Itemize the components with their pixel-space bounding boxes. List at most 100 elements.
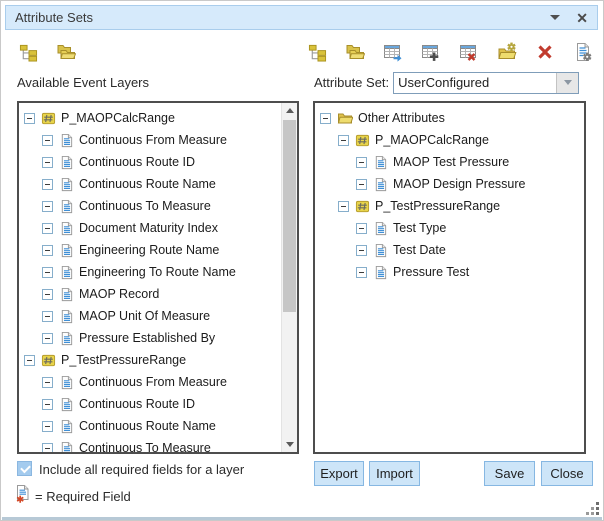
collapse-box-icon[interactable] bbox=[42, 179, 53, 190]
tree-item[interactable]: Test Type bbox=[315, 217, 584, 239]
field-icon bbox=[373, 155, 388, 170]
layer-icon bbox=[355, 133, 370, 148]
attribute-set-panel: Other Attributes P_MAOPCalcRange MAOP Test… bbox=[313, 101, 586, 454]
dialog-title: Attribute Sets bbox=[15, 10, 550, 25]
collapse-box-icon[interactable] bbox=[42, 333, 53, 344]
import-button[interactable]: Import bbox=[369, 461, 420, 486]
table-remove-icon[interactable] bbox=[458, 41, 480, 63]
collapse-box-icon[interactable] bbox=[42, 399, 53, 410]
field-icon bbox=[59, 177, 74, 192]
attribute-sets-dialog: Attribute Sets ✕ Available Event Layers … bbox=[0, 0, 604, 521]
title-bar: Attribute Sets ✕ bbox=[5, 5, 598, 30]
chevron-down-icon bbox=[564, 80, 572, 85]
tree-item[interactable]: P_MAOPCalcRange bbox=[315, 129, 584, 151]
tree-item[interactable]: P_TestPressureRange bbox=[19, 349, 282, 371]
resize-grip[interactable] bbox=[586, 502, 599, 515]
collapse-box-icon[interactable] bbox=[42, 223, 53, 234]
scroll-up-icon[interactable] bbox=[282, 103, 297, 118]
collapse-box-icon[interactable] bbox=[42, 267, 53, 278]
new-folder-icon[interactable] bbox=[496, 41, 518, 63]
tree-item-label: Continuous Route ID bbox=[79, 155, 195, 169]
event-layer-tree-icon[interactable] bbox=[17, 41, 39, 63]
tree-item[interactable]: P_MAOPCalcRange bbox=[19, 107, 282, 129]
attribute-set-tree: Other Attributes P_MAOPCalcRange MAOP Test… bbox=[315, 103, 584, 452]
collapse-box-icon[interactable] bbox=[42, 245, 53, 256]
tree-item-label: Engineering Route Name bbox=[79, 243, 219, 257]
field-icon bbox=[59, 221, 74, 236]
dropdown-button[interactable] bbox=[556, 73, 578, 93]
collapse-box-icon[interactable] bbox=[356, 179, 367, 190]
tree-item[interactable]: MAOP Record bbox=[19, 283, 282, 305]
tree-item[interactable]: Engineering To Route Name bbox=[19, 261, 282, 283]
field-icon bbox=[59, 419, 74, 434]
collapse-box-icon[interactable] bbox=[356, 157, 367, 168]
tree-item[interactable]: Continuous Route ID bbox=[19, 151, 282, 173]
collapse-box-icon[interactable] bbox=[356, 245, 367, 256]
tree-item[interactable]: MAOP Test Pressure bbox=[315, 151, 584, 173]
tree-item[interactable]: Continuous To Measure bbox=[19, 195, 282, 217]
folder-icon bbox=[337, 111, 353, 126]
tree-item-label: Document Maturity Index bbox=[79, 221, 218, 235]
checkmark-icon bbox=[20, 463, 31, 474]
available-event-layers-label: Available Event Layers bbox=[17, 75, 149, 90]
vertical-scrollbar[interactable] bbox=[281, 103, 297, 452]
collapse-box-icon[interactable] bbox=[42, 421, 53, 432]
tree-item[interactable]: Engineering Route Name bbox=[19, 239, 282, 261]
collapse-box-icon[interactable] bbox=[42, 201, 53, 212]
collapse-box-icon[interactable] bbox=[42, 157, 53, 168]
tree-item-label: Continuous Route Name bbox=[79, 419, 216, 433]
scroll-down-icon[interactable] bbox=[282, 437, 297, 452]
collapse-box-icon[interactable] bbox=[42, 443, 53, 453]
available-layers-tree: P_MAOPCalcRangeContinuous From MeasureCo… bbox=[19, 103, 282, 452]
tree-item[interactable]: Pressure Test bbox=[315, 261, 584, 283]
tree-item[interactable]: Continuous Route ID bbox=[19, 393, 282, 415]
event-layer-folders-icon[interactable] bbox=[55, 41, 77, 63]
tree-item[interactable]: MAOP Design Pressure bbox=[315, 173, 584, 195]
tree-item[interactable]: Continuous Route Name bbox=[19, 415, 282, 437]
collapse-box-icon[interactable] bbox=[356, 267, 367, 278]
collapse-box-icon[interactable] bbox=[320, 113, 331, 124]
tree-item[interactable]: Document Maturity Index bbox=[19, 217, 282, 239]
export-button[interactable]: Export bbox=[314, 461, 364, 486]
close-button[interactable]: Close bbox=[541, 461, 593, 486]
collapse-box-icon[interactable] bbox=[42, 289, 53, 300]
collapse-box-icon[interactable] bbox=[42, 377, 53, 388]
delete-icon[interactable] bbox=[534, 41, 556, 63]
tree-item[interactable]: MAOP Unit Of Measure bbox=[19, 305, 282, 327]
scrollbar-thumb[interactable] bbox=[283, 120, 296, 312]
close-icon[interactable]: ✕ bbox=[576, 11, 588, 25]
collapse-box-icon[interactable] bbox=[24, 355, 35, 366]
collapse-box-icon[interactable] bbox=[356, 223, 367, 234]
tree-item-label: Continuous To Measure bbox=[79, 441, 211, 452]
toolbar-left-group bbox=[17, 41, 77, 63]
tree-item[interactable]: Continuous Route Name bbox=[19, 173, 282, 195]
include-required-checkbox[interactable] bbox=[17, 461, 32, 476]
layer-icon bbox=[41, 111, 56, 126]
collapse-box-icon[interactable] bbox=[338, 201, 349, 212]
collapse-box-icon[interactable] bbox=[24, 113, 35, 124]
tree-item-label: Continuous Route Name bbox=[79, 177, 216, 191]
attribute-tree-icon[interactable] bbox=[306, 41, 328, 63]
table-add-icon[interactable] bbox=[420, 41, 442, 63]
report-settings-icon[interactable] bbox=[572, 41, 594, 63]
tree-item-label: MAOP Design Pressure bbox=[393, 177, 525, 191]
tree-item-label: P_MAOPCalcRange bbox=[375, 133, 489, 147]
layer-icon bbox=[355, 199, 370, 214]
tree-item[interactable]: Other Attributes bbox=[315, 107, 584, 129]
tree-item[interactable]: Continuous From Measure bbox=[19, 129, 282, 151]
table-export-icon[interactable] bbox=[382, 41, 404, 63]
collapse-icon[interactable] bbox=[550, 15, 560, 20]
tree-item[interactable]: Continuous To Measure bbox=[19, 437, 282, 452]
field-icon bbox=[373, 221, 388, 236]
collapse-box-icon[interactable] bbox=[42, 311, 53, 322]
tree-item[interactable]: Continuous From Measure bbox=[19, 371, 282, 393]
save-button[interactable]: Save bbox=[484, 461, 535, 486]
field-icon bbox=[59, 243, 74, 258]
tree-item[interactable]: Test Date bbox=[315, 239, 584, 261]
tree-item[interactable]: P_TestPressureRange bbox=[315, 195, 584, 217]
collapse-box-icon[interactable] bbox=[338, 135, 349, 146]
attribute-set-dropdown[interactable]: UserConfigured bbox=[393, 72, 579, 94]
tree-item[interactable]: Pressure Established By bbox=[19, 327, 282, 349]
collapse-box-icon[interactable] bbox=[42, 135, 53, 146]
attribute-folders-icon[interactable] bbox=[344, 41, 366, 63]
